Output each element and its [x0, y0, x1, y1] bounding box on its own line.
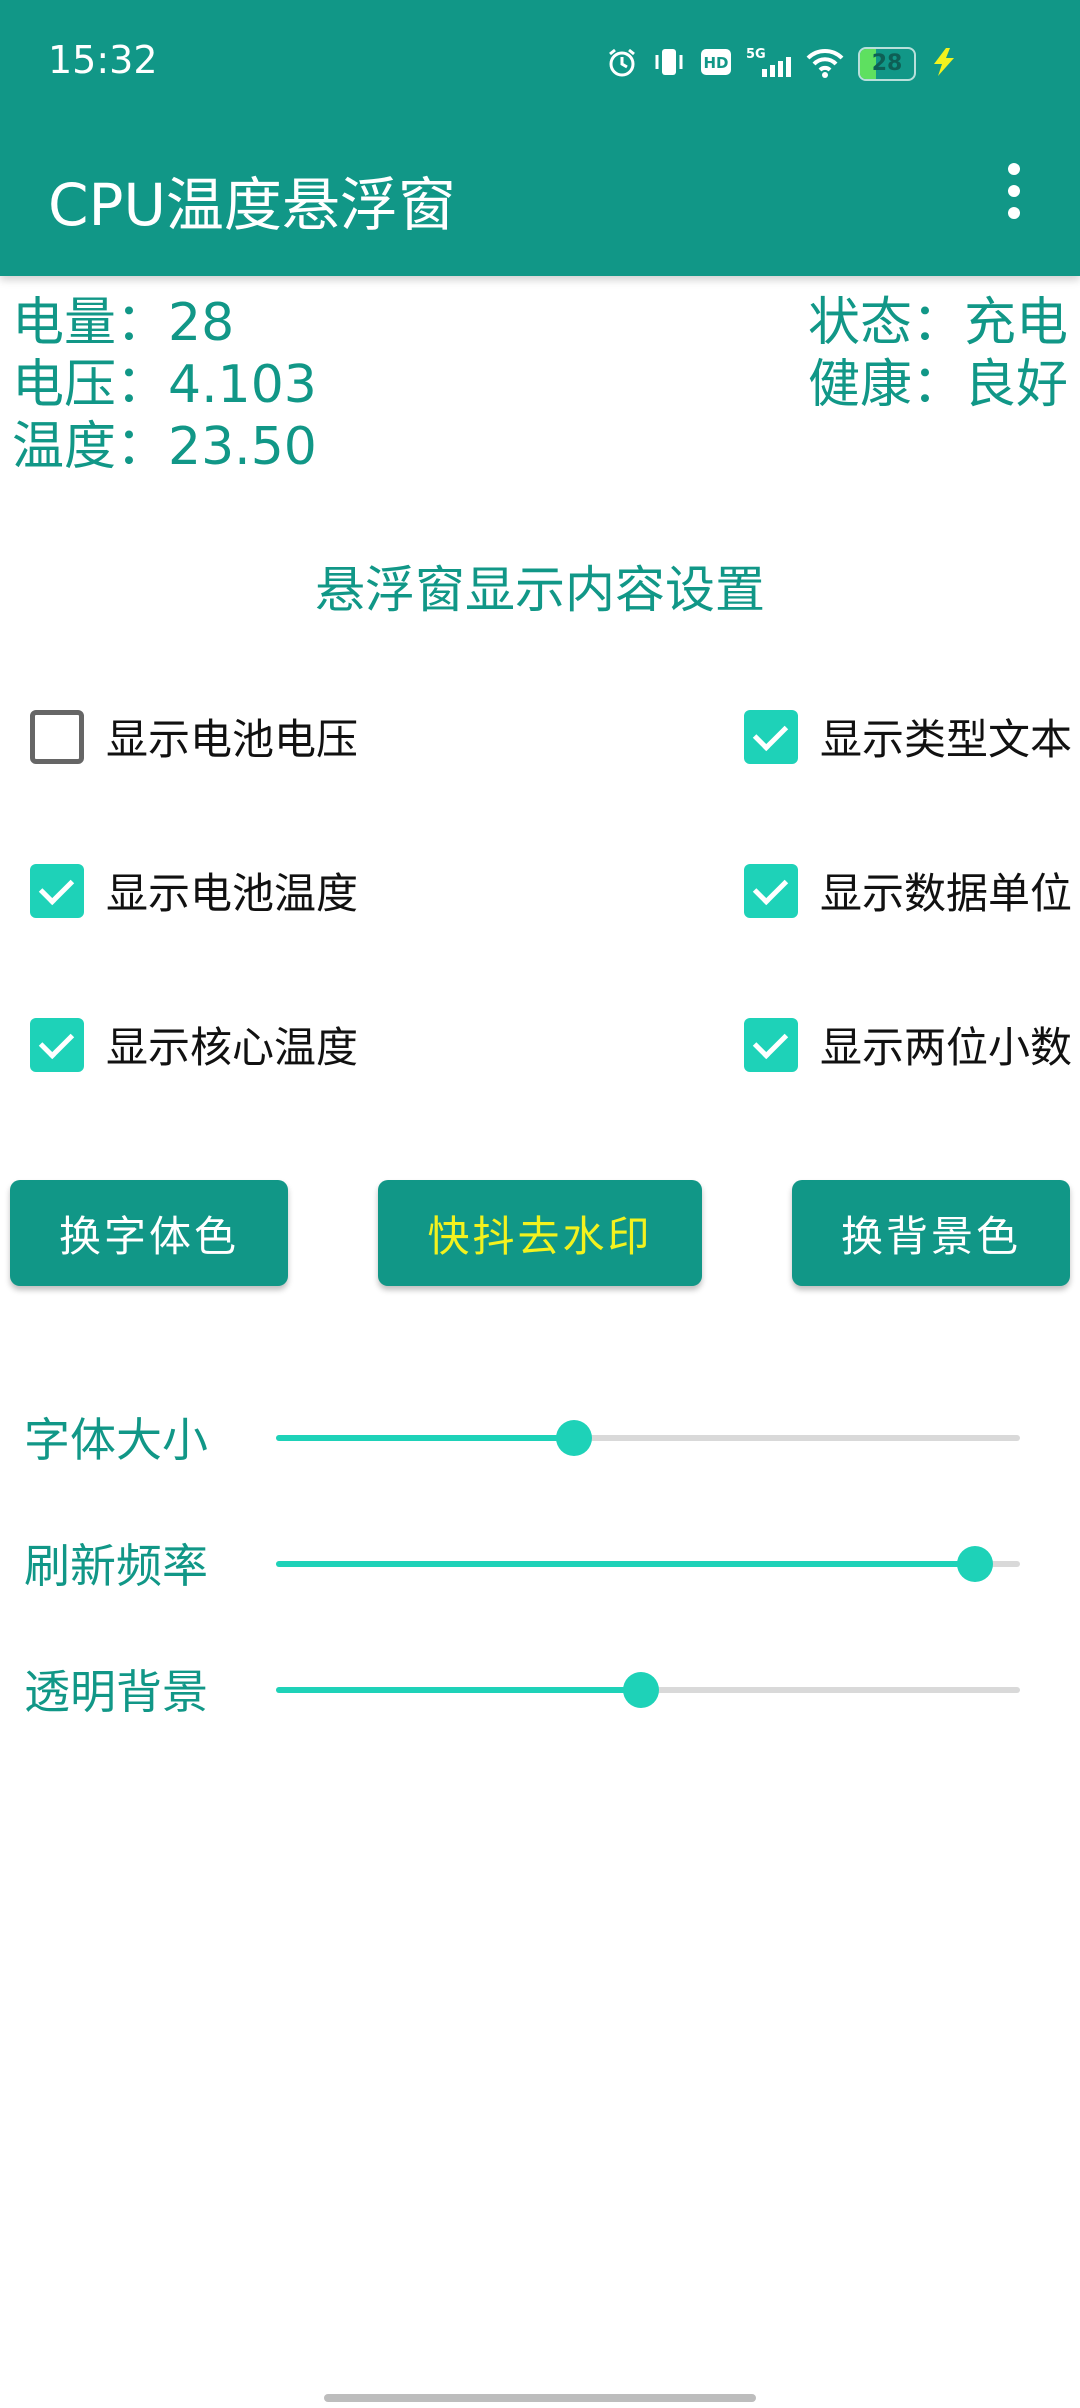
checkbox-show-two-decimals[interactable]: 显示两位小数 [744, 1014, 1072, 1075]
vibrate-icon [652, 46, 686, 82]
slider-label: 字体大小 [24, 1413, 208, 1467]
alarm-icon [606, 46, 638, 82]
checkbox-box[interactable] [30, 709, 84, 764]
gesture-nav-handle[interactable] [324, 2394, 756, 2402]
battery-voltage-row: 电压：4.103 [12, 355, 317, 415]
checkbox-box[interactable] [744, 709, 798, 764]
slider-thumb[interactable] [957, 1546, 994, 1582]
checkbox-box[interactable] [744, 1017, 798, 1072]
status-time: 15:32 [48, 38, 158, 82]
5g-signal-icon: 5G [746, 45, 792, 83]
checkbox-box[interactable] [30, 863, 84, 918]
checkbox-box[interactable] [744, 863, 798, 918]
wifi-icon [806, 46, 844, 82]
change-font-color-button[interactable]: 换字体色 [10, 1180, 288, 1286]
checkbox-show-core-temp[interactable]: 显示核心温度 [30, 1014, 358, 1075]
checkbox-label: 显示两位小数 [820, 1023, 1073, 1072]
charge-status-row: 状态：充电 [807, 293, 1068, 353]
app-title: CPU温度悬浮窗 [48, 171, 456, 239]
battery-info-left: 电量：28 电压：4.103 温度：23.50 [12, 292, 317, 478]
svg-text:HD: HD [703, 54, 728, 72]
battery-level: 28 [871, 51, 903, 76]
slider-fill [276, 1561, 976, 1567]
battery-icon: 28 [858, 47, 916, 81]
douyin-watermark-button[interactable]: 快抖去水印 [378, 1180, 702, 1286]
slider-label: 刷新频率 [24, 1539, 208, 1593]
change-background-color-button[interactable]: 换背景色 [792, 1180, 1070, 1286]
slider-fill [276, 1687, 641, 1693]
battery-temp-value: 23.50 [168, 417, 317, 477]
checkbox-show-type-text[interactable]: 显示类型文本 [744, 706, 1072, 767]
battery-level-value: 28 [168, 293, 235, 353]
slider-transparent-bg: 透明背景 [0, 1650, 1080, 1730]
battery-info-right: 状态：充电 健康：良好 [808, 292, 1068, 416]
slider-label: 透明背景 [24, 1665, 208, 1719]
checkbox-show-battery-temp[interactable]: 显示电池温度 [30, 860, 358, 921]
slider-track[interactable] [276, 1420, 1020, 1456]
battery-temp-row: 温度：23.50 [12, 417, 317, 477]
slider-track[interactable] [276, 1672, 1020, 1708]
battery-voltage-value: 4.103 [168, 355, 317, 415]
checkbox-box[interactable] [30, 1017, 84, 1072]
hd-icon: HD [700, 46, 732, 82]
checkbox-show-data-unit[interactable]: 显示数据单位 [744, 860, 1072, 921]
slider-fill [276, 1435, 574, 1441]
checkbox-label: 显示电池电压 [106, 715, 359, 764]
checkbox-label: 显示数据单位 [820, 869, 1073, 918]
slider-thumb[interactable] [622, 1672, 659, 1708]
app-bar: 15:32 HD 5G 28 CPU温度悬浮窗 [0, 0, 1080, 276]
checkbox-show-voltage[interactable]: 显示电池电压 [30, 706, 358, 767]
slider-font-size: 字体大小 [0, 1398, 1080, 1478]
section-title: 悬浮窗显示内容设置 [315, 561, 765, 619]
checkbox-label: 显示电池温度 [106, 869, 359, 918]
battery-level-row: 电量：28 [12, 293, 235, 353]
battery-health-row: 健康：良好 [807, 355, 1068, 415]
checkbox-label: 显示类型文本 [820, 715, 1073, 764]
slider-refresh-rate: 刷新频率 [0, 1524, 1080, 1604]
battery-health-value: 良好 [963, 355, 1068, 415]
slider-thumb[interactable] [555, 1420, 592, 1456]
slider-track[interactable] [276, 1546, 1020, 1582]
charging-icon [930, 46, 958, 82]
charge-status-value: 充电 [963, 293, 1068, 353]
checkbox-label: 显示核心温度 [106, 1023, 359, 1072]
more-vert-icon[interactable] [994, 163, 1034, 227]
svg-text:5G: 5G [746, 47, 766, 62]
status-icons: HD 5G 28 [606, 44, 958, 84]
